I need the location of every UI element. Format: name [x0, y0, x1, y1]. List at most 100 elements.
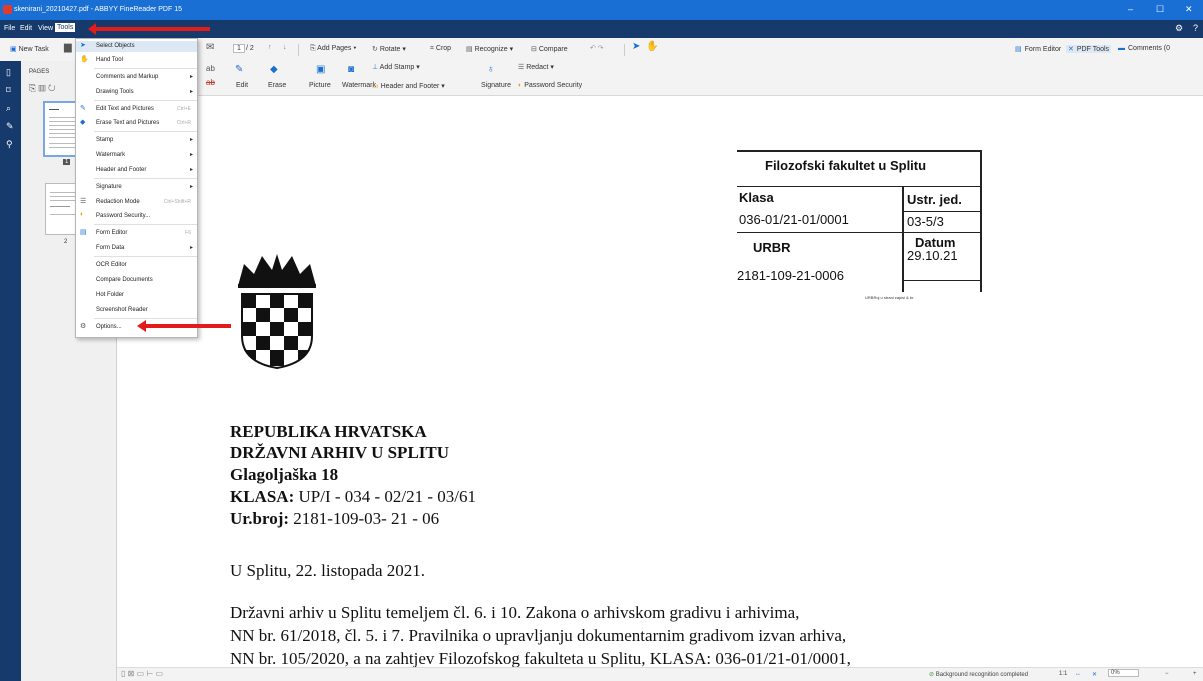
pages-panel-tools[interactable]: ⎘ ▥ ↻ [29, 83, 56, 94]
help-icon[interactable]: ? [1193, 23, 1198, 33]
submenu-arrow-icon: ▸ [189, 184, 193, 190]
add-pages-button[interactable]: ⎘ Add Pages ▾ [310, 45, 356, 53]
menu-item-screenshot-reader[interactable]: Screenshot Reader [76, 305, 197, 316]
gear-icon: ⚙ [80, 323, 87, 330]
password-security-button[interactable]: ◐ Password Security [518, 82, 582, 89]
new-task-button[interactable]: ▣ New Task [10, 45, 49, 53]
edit-icon[interactable]: ✎ [235, 64, 243, 75]
menu-separator [94, 100, 197, 101]
rotate-button[interactable]: ↻ Rotate ▾ [372, 45, 406, 53]
tools-dropdown-menu: ➤ Select Objects ✋ Hand Tool Comments and … [75, 38, 198, 338]
menu-item-form-data[interactable]: Form Data ▸ [76, 243, 197, 254]
crop-button[interactable]: ⌗ Crop [430, 45, 451, 53]
fit-width-icon[interactable]: ↔ [1075, 671, 1081, 677]
signature-icon[interactable]: ♁ [487, 64, 495, 75]
stamp-rule [737, 186, 982, 187]
attachment-icon[interactable]: ⚲ [6, 139, 13, 150]
menu-item-compare-documents[interactable]: Compare Documents [76, 275, 197, 286]
menu-view[interactable]: View [38, 25, 53, 32]
stamp-header: Filozofski fakultet u Splitu [765, 158, 927, 173]
fit-page-icon[interactable]: ✕ [1092, 671, 1097, 678]
pdf-tools-button[interactable]: ✕ PDF Tools [1066, 45, 1112, 53]
menu-item-watermark[interactable]: Watermark ▸ [76, 150, 197, 161]
zoom-in-icon[interactable]: + [1193, 671, 1197, 677]
hand-icon: ✋ [80, 56, 89, 63]
submenu-arrow-icon: ▸ [189, 167, 193, 173]
insert-text-icon[interactable]: ab [206, 64, 215, 73]
menu-item-redaction-mode[interactable]: ☰ Redaction Mode Ctrl+Shift+R [76, 197, 197, 208]
title-bar: skenirani_20210427.pdf - ABBYY FineReade… [0, 0, 1203, 20]
letter-klasa: KLASA: UP/I - 034 - 02/21 - 03/61 [230, 487, 477, 506]
compare-button[interactable]: ⊟ Compare [531, 45, 568, 53]
menu-item-erase-text[interactable]: ◆ Erase Text and Pictures Ctrl+R [76, 118, 197, 129]
comments-icon[interactable]: ✎ [6, 121, 14, 132]
stamp-ustr-label: Ustr. jed. [907, 192, 962, 207]
menu-item-comments-markup[interactable]: Comments and Markup ▸ [76, 72, 197, 83]
folder-icon[interactable]: ▆ [64, 42, 72, 53]
menu-file[interactable]: File [4, 25, 15, 32]
picture-button-label[interactable]: Picture [309, 82, 331, 89]
eraser-icon: ◆ [80, 119, 86, 126]
watermark-icon[interactable]: ◙ [348, 64, 354, 75]
bookmark-icon[interactable]: ⌑ [6, 85, 11, 96]
stamp-divider [902, 186, 904, 292]
minimize-button[interactable]: – [1128, 4, 1133, 14]
signature-button-label[interactable]: Signature [481, 82, 511, 89]
annotation-arrow-options [137, 320, 231, 332]
menu-item-form-editor[interactable]: ▤ Form Editor F6 [76, 228, 197, 239]
menu-item-hand-tool[interactable]: ✋ Hand Tool [76, 55, 197, 66]
redact-icon: ☰ [80, 198, 87, 205]
maximize-button[interactable]: ☐ [1156, 4, 1164, 15]
eraser-icon[interactable]: ◆ [270, 64, 278, 75]
next-page-arrow-icon[interactable]: ↓ [283, 44, 287, 51]
letter-body-line-1: Državni arhiv u Splitu temeljem čl. 6. i… [230, 603, 800, 622]
undo-icon[interactable]: ↶ ↷ [590, 44, 604, 52]
form-editor-button[interactable]: ▤ Form Editor [1015, 45, 1061, 53]
menu-item-signature[interactable]: Signature ▸ [76, 182, 197, 193]
submenu-arrow-icon: ▸ [189, 152, 193, 158]
menu-separator [94, 256, 197, 257]
redact-button[interactable]: ☰ Redact ▾ [518, 63, 554, 71]
menu-separator [94, 224, 197, 225]
menu-item-header-footer[interactable]: Header and Footer ▸ [76, 165, 197, 176]
strikeout-text-icon[interactable]: ab [206, 78, 215, 87]
picture-icon[interactable]: ▣ [316, 64, 325, 75]
zoom-1to1-button[interactable]: 1:1 [1059, 671, 1067, 677]
menu-item-stamp[interactable]: Stamp ▸ [76, 135, 197, 146]
select-cursor-icon[interactable]: ➤ [632, 41, 640, 52]
search-icon[interactable]: ⌕ [6, 103, 11, 114]
recognition-status: ⊘ Background recognition completed [929, 672, 1029, 678]
recognize-button[interactable]: ▤ Recognize ▾ [466, 45, 513, 53]
stamp-klasa-label: Klasa [739, 190, 774, 205]
pages-icon[interactable]: ▯ [6, 67, 11, 78]
edit-button-label[interactable]: Edit [236, 82, 248, 89]
zoom-out-icon[interactable]: − [1165, 671, 1169, 677]
letter-header-line-1: REPUBLIKA HRVATSKA [230, 422, 427, 441]
menu-item-ocr-editor[interactable]: OCR Editor [76, 260, 197, 271]
zoom-select[interactable]: 0% [1108, 669, 1139, 677]
prev-page-arrow-icon[interactable]: ↑ [268, 44, 272, 51]
view-mode-icons[interactable]: ▯ ⊠ ▭ ⊢ ▭ [121, 669, 163, 678]
menu-item-select-objects[interactable]: ➤ Select Objects [76, 41, 197, 52]
menu-tools[interactable]: Tools [55, 23, 76, 32]
comments-button[interactable]: ▬ Comments (0 [1118, 45, 1170, 52]
menu-item-edit-text[interactable]: ✎ Edit Text and Pictures Ctrl+E [76, 104, 197, 115]
cursor-icon: ➤ [80, 42, 86, 49]
menu-item-drawing-tools[interactable]: Drawing Tools ▸ [76, 87, 197, 98]
mail-icon[interactable]: ✉ [206, 42, 214, 53]
menu-item-hot-folder[interactable]: Hot Folder [76, 290, 197, 301]
document-view[interactable]: Filozofski fakultet u Splitu Klasa Ustr.… [117, 96, 1203, 668]
page-number-input[interactable]: 1 [233, 44, 245, 53]
add-stamp-button[interactable]: ⊥ Add Stamp ▾ [372, 63, 420, 71]
toolbar-divider [624, 44, 625, 56]
erase-button-label[interactable]: Erase [268, 82, 286, 89]
header-footer-button[interactable]: ▭ Header and Footer ▾ [372, 82, 445, 90]
settings-gear-icon[interactable]: ⚙ [1175, 23, 1183, 34]
close-button[interactable]: ✕ [1185, 4, 1193, 15]
menu-item-password-security[interactable]: ◐ Password Security... [76, 211, 197, 222]
submenu-arrow-icon: ▸ [189, 137, 193, 143]
menu-edit[interactable]: Edit [20, 25, 32, 32]
hand-tool-icon[interactable]: ✋ [646, 41, 658, 52]
watermark-button-label[interactable]: Watermark [342, 82, 376, 89]
shield-icon: ◐ [80, 211, 85, 218]
